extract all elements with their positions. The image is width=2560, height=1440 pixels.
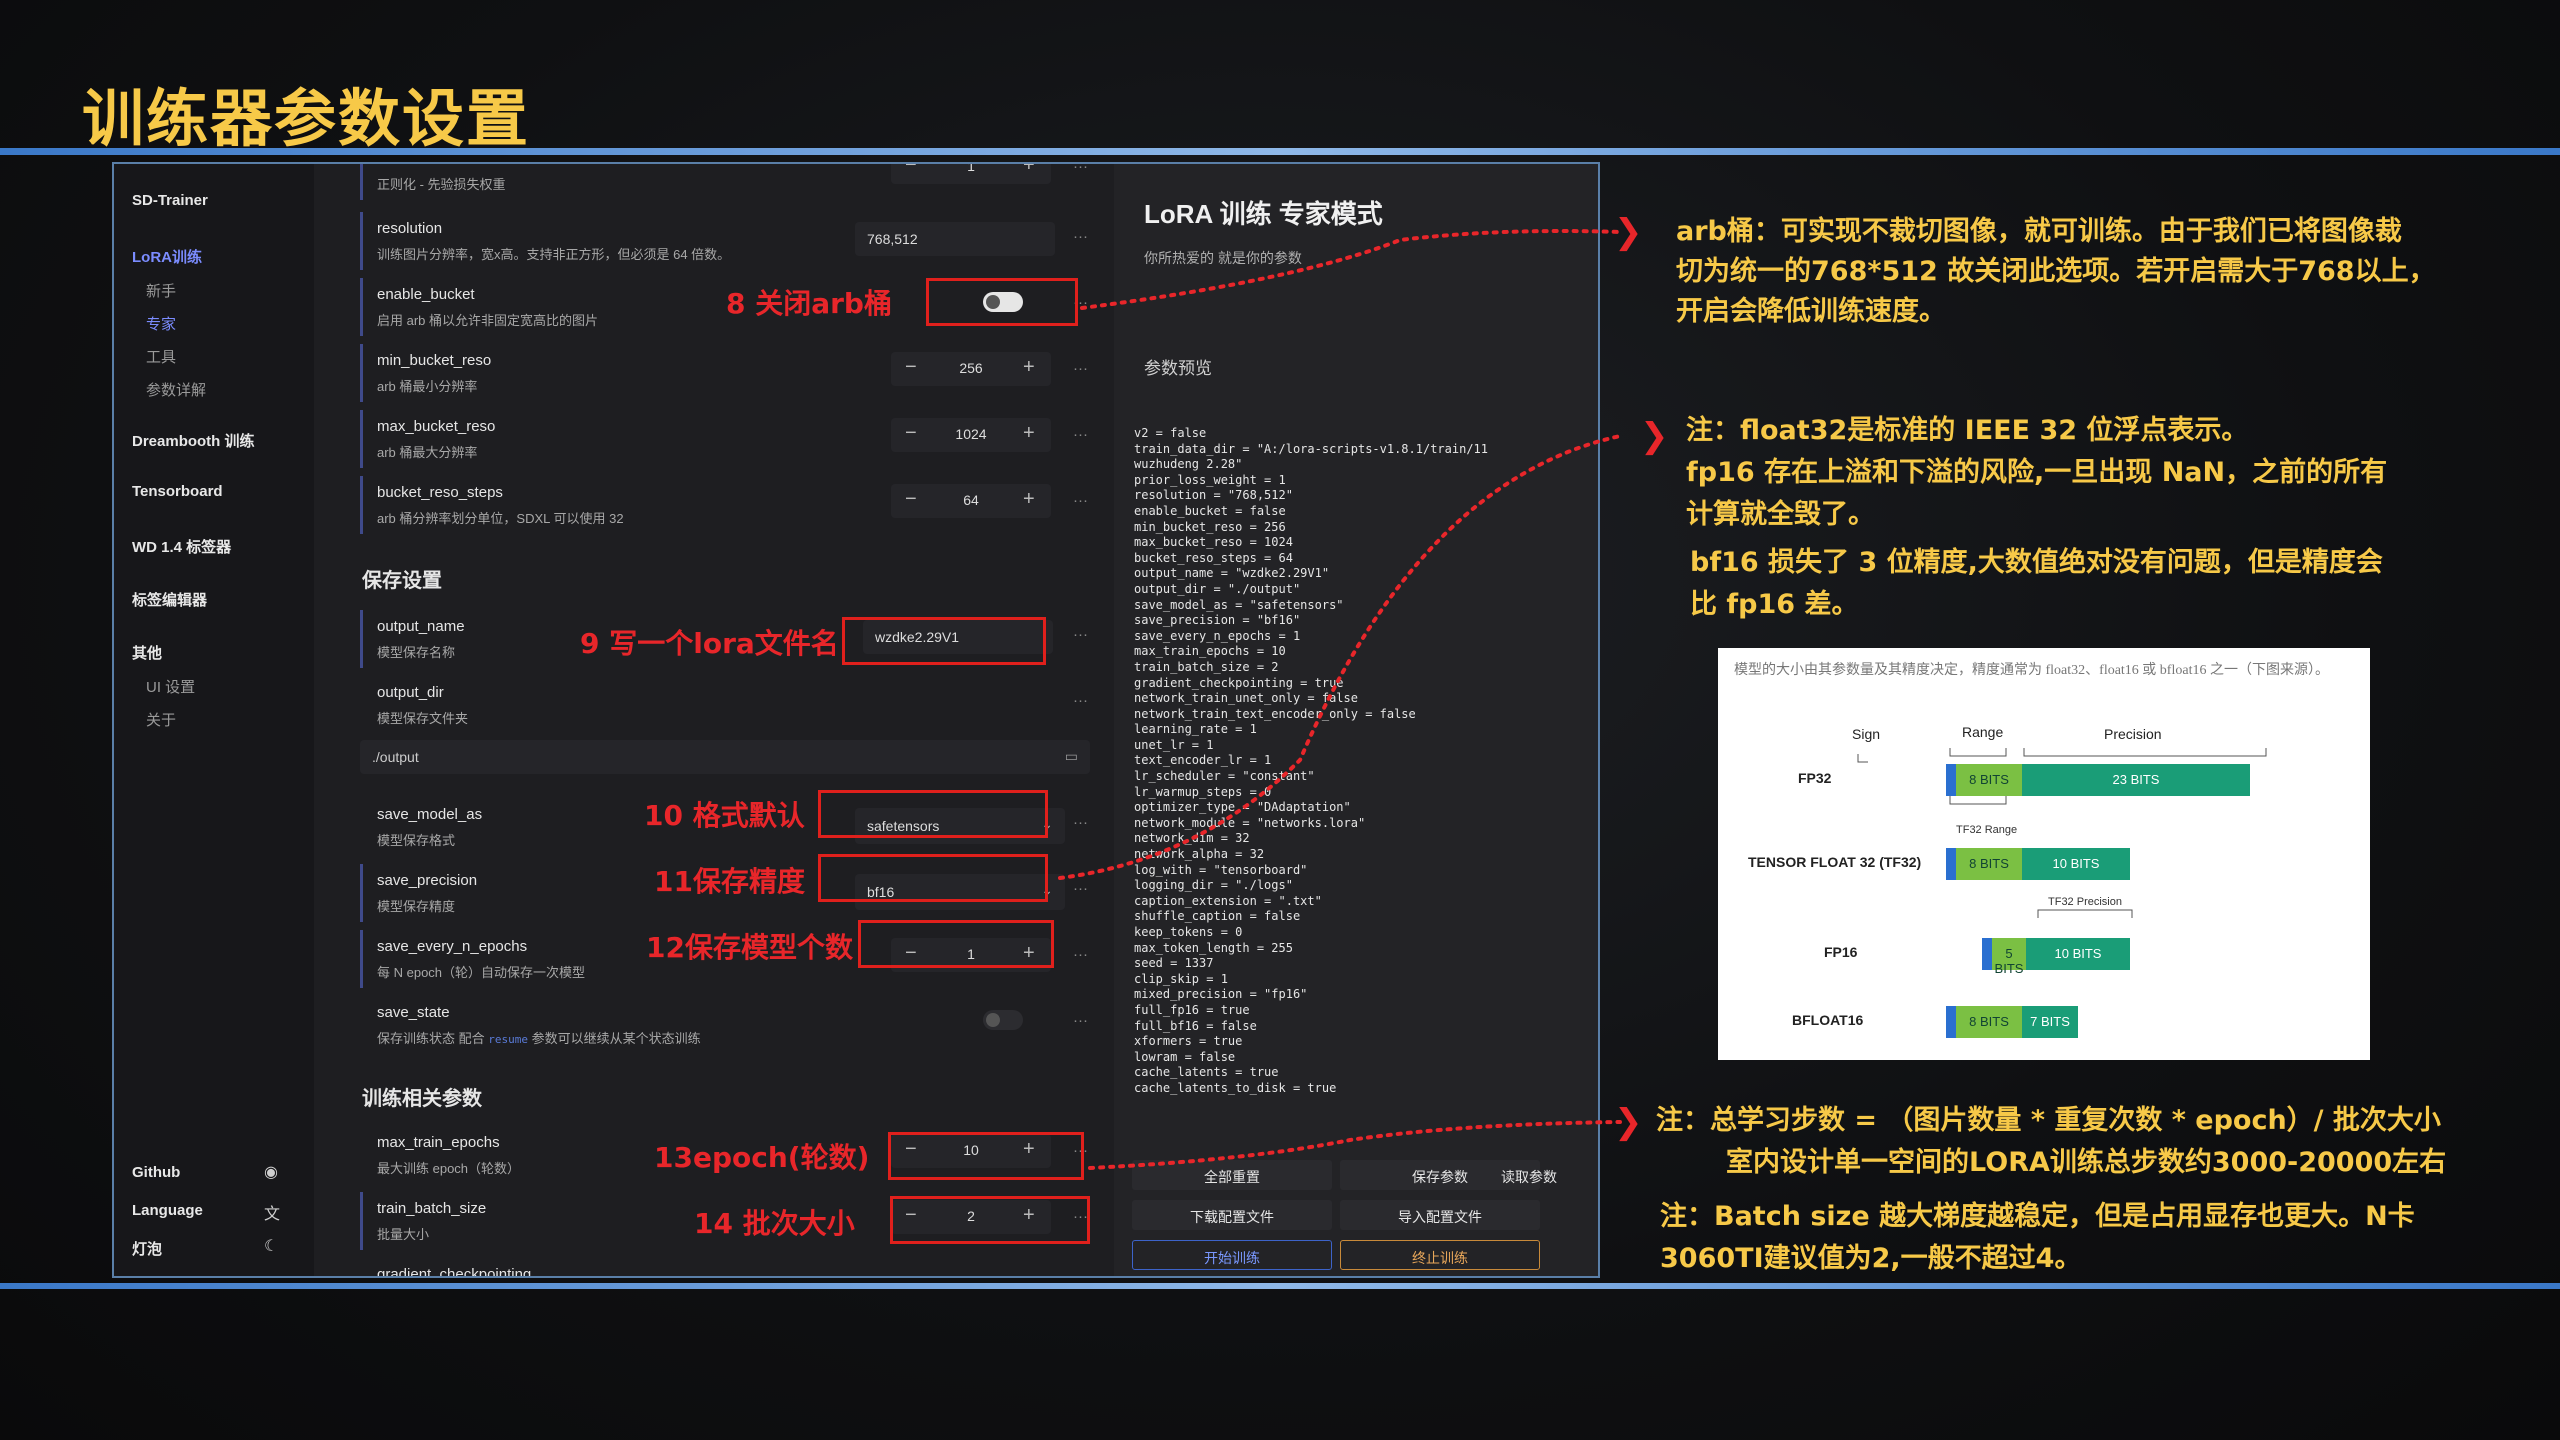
arrow-icon: ❯ xyxy=(1640,417,1669,455)
arrow-icon: ❯ xyxy=(1614,1103,1643,1141)
note-fp-line: 注：float32是标准的 IEEE 32 位浮点表示。 xyxy=(1686,415,2249,446)
note-batch-line: 注：Batch size 越大梯度越稳定，但是占用显存也更大。N卡 xyxy=(1660,1201,2415,1232)
note-steps-line: 室内设计单一空间的LORA训练总步数约3000-20000左右 xyxy=(1726,1147,2447,1178)
float-format-figure: 模型的大小由其参数量及其精度决定，精度通常为 float32、float16 或… xyxy=(1718,648,2370,1060)
fp16-label: FP16 xyxy=(1824,944,1858,960)
tf32-sign-bit xyxy=(1946,848,1956,880)
note-fp-line: 计算就全毁了。 xyxy=(1686,499,1875,530)
bf16-sign-bit xyxy=(1946,1006,1956,1038)
note-bf: bf16 损失了 3 位精度,大数值绝对没有问题，但是精度会 比 fp16 差。 xyxy=(1690,542,2383,626)
tf32-range-bits: 8 BITS xyxy=(1956,848,2022,880)
fp32-sign-bit xyxy=(1946,764,1956,796)
fp32-label: FP32 xyxy=(1798,770,1832,786)
bf16-precision-bits: 7 BITS xyxy=(2022,1006,2078,1038)
tf32-range-label: TF32 Range xyxy=(1956,824,2018,836)
note-arb-line: 切为统一的768*512 故关闭此选项。若开启需大于768以上， xyxy=(1676,256,2436,287)
arrow-icon: ❯ xyxy=(1614,213,1643,251)
note-arb: arb桶：可实现不裁切图像，就可训练。由于我们已将图像裁 切为统一的768*51… xyxy=(1676,212,2436,332)
note-batch-line: 3060TI建议值为2,一般不超过4。 xyxy=(1660,1243,2082,1274)
note-steps: 注：总学习步数 = （图片数量 * 重复次数 * epoch）/ 批次大小 室内… xyxy=(1656,1100,2446,1184)
note-steps-line: 注：总学习步数 = （图片数量 * 重复次数 * epoch）/ 批次大小 xyxy=(1656,1105,2441,1136)
fp16-precision-bits: 10 BITS xyxy=(2026,938,2130,970)
fp32-precision-bits: 23 BITS xyxy=(2022,764,2250,796)
note-arb-line: arb桶：可实现不裁切图像，就可训练。由于我们已将图像裁 xyxy=(1676,216,2402,247)
fp16-sign-bit xyxy=(1982,938,1992,970)
note-fp-line: fp16 存在上溢和下溢的风险,一旦出现 NaN，之前的所有 xyxy=(1686,457,2388,488)
note-bf-line: bf16 损失了 3 位精度,大数值绝对没有问题，但是精度会 xyxy=(1690,547,2383,578)
tf32-precision-label: TF32 Precision xyxy=(2048,896,2122,908)
note-arb-line: 开启会降低训练速度。 xyxy=(1676,296,1946,327)
fp16-range-bits: 5 BITS xyxy=(1992,938,2026,976)
note-fp: 注：float32是标准的 IEEE 32 位浮点表示。 fp16 存在上溢和下… xyxy=(1686,410,2387,536)
fp32-range-bits: 8 BITS xyxy=(1956,764,2022,796)
tf32-precision-bits: 10 BITS xyxy=(2022,848,2130,880)
bf16-label: BFLOAT16 xyxy=(1792,1012,1864,1028)
tf32-label: TENSOR FLOAT 32 (TF32) xyxy=(1748,854,1922,870)
bf16-range-bits: 8 BITS xyxy=(1956,1006,2022,1038)
note-batch: 注：Batch size 越大梯度越稳定，但是占用显存也更大。N卡 3060TI… xyxy=(1660,1196,2415,1280)
note-bf-line: 比 fp16 差。 xyxy=(1690,589,1859,620)
